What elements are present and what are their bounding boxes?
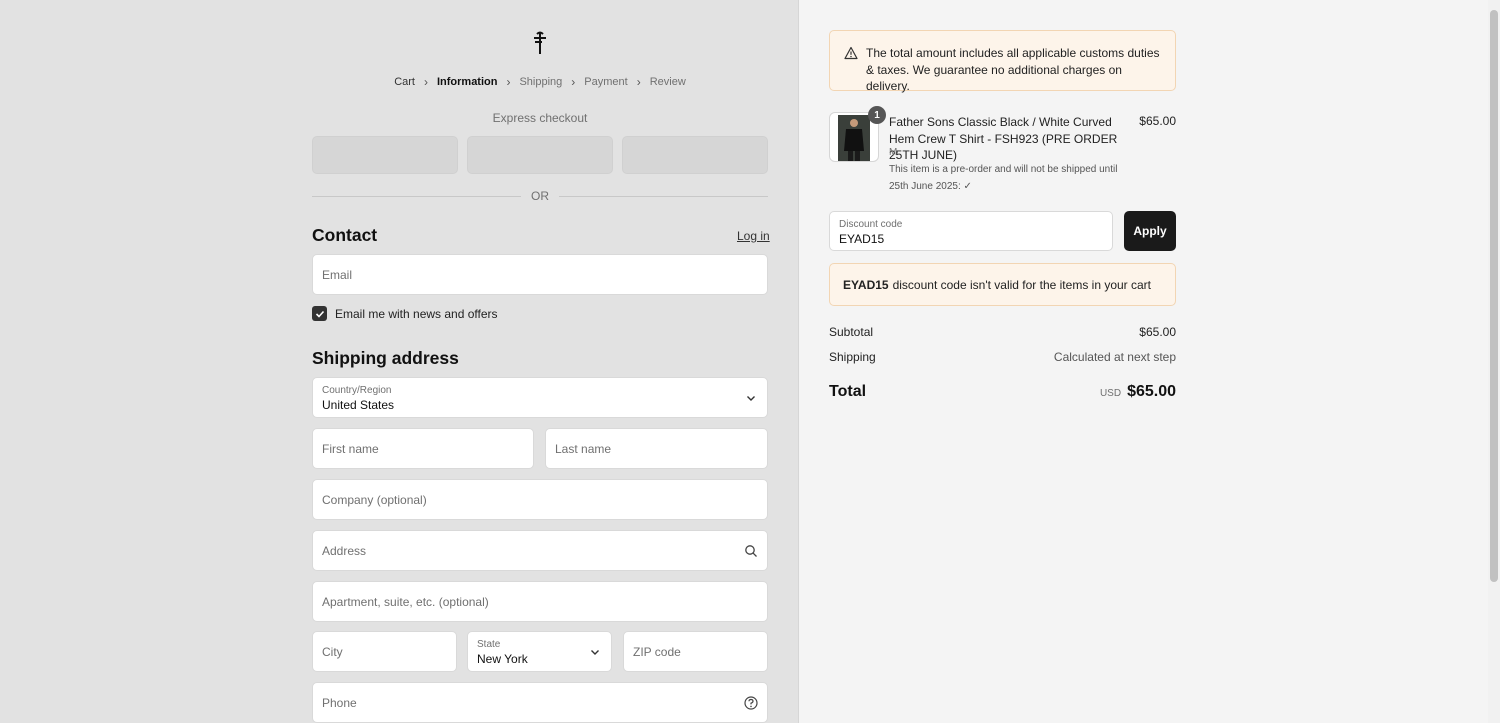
breadcrumb: Cart › Information › Shipping › Payment …	[312, 75, 768, 89]
chevron-down-icon	[591, 649, 599, 655]
divider-line	[312, 195, 521, 197]
product-preorder-note: This item is a pre-order and will not be…	[889, 164, 1118, 192]
state-value: New York	[477, 652, 528, 666]
product-name: Father Sons Classic Black / White Curved…	[889, 115, 1118, 162]
country-select[interactable]: Country/Region United States	[312, 377, 768, 418]
phone-placeholder: Phone	[322, 695, 357, 710]
newsletter-checkbox[interactable]	[312, 306, 327, 321]
discount-code-label: Discount code	[839, 219, 903, 230]
breadcrumb-shipping: Shipping	[519, 76, 563, 88]
chevron-right-icon: ›	[636, 75, 641, 89]
address-field[interactable]: Address	[312, 530, 768, 571]
state-select[interactable]: State New York	[467, 631, 612, 672]
chevron-right-icon: ›	[423, 75, 428, 89]
divider-line	[559, 195, 768, 197]
newsletter-option[interactable]: Email me with news and offers	[312, 306, 498, 321]
express-checkout-title: Express checkout	[492, 111, 588, 125]
warning-icon	[844, 46, 858, 60]
discount-code-field[interactable]: Discount code EYAD15	[829, 211, 1113, 251]
total-amount: $65.00	[1127, 383, 1176, 400]
express-pay-button-1[interactable]	[312, 136, 458, 174]
chevron-right-icon: ›	[506, 75, 511, 89]
apply-discount-button[interactable]: Apply	[1124, 211, 1176, 251]
first-name-field[interactable]: First name	[312, 428, 534, 469]
breadcrumb-payment: Payment	[584, 76, 628, 88]
login-link[interactable]: Log in	[737, 229, 770, 243]
product-variant: M	[889, 147, 898, 158]
subtotal-label: Subtotal	[829, 325, 874, 339]
discount-error-text: discount code isn't valid for the items …	[892, 277, 1152, 292]
help-icon[interactable]	[744, 695, 758, 710]
store-logo[interactable]	[531, 30, 549, 56]
city-placeholder: City	[322, 644, 343, 659]
zip-placeholder: ZIP code	[633, 644, 681, 659]
search-icon	[745, 544, 757, 557]
apartment-placeholder: Apartment, suite, etc. (optional)	[322, 594, 489, 609]
product-image	[838, 115, 870, 161]
line-item: 1 Father Sons Classic Black / White Curv…	[829, 106, 1176, 192]
product-thumbnail: 1	[829, 106, 886, 162]
subtotal-value: $65.00	[1139, 325, 1176, 339]
quantity-badge: 1	[868, 106, 886, 124]
checkout-main-panel: Cart › Information › Shipping › Payment …	[0, 0, 798, 723]
discount-error-code: EYAD15	[843, 277, 889, 292]
express-pay-button-3[interactable]	[622, 136, 768, 174]
total-label: Total	[829, 383, 867, 400]
email-field[interactable]: Email	[312, 254, 768, 295]
express-checkout-buttons	[312, 136, 768, 174]
zip-field[interactable]: ZIP code	[623, 631, 768, 672]
country-label: Country/Region	[322, 385, 392, 396]
last-name-field[interactable]: Last name	[545, 428, 768, 469]
discount-code-value: EYAD15	[839, 232, 885, 246]
total-row: Total USD $65.00	[829, 383, 1176, 401]
product-price: $65.00	[1139, 114, 1176, 128]
email-placeholder: Email	[322, 267, 353, 282]
newsletter-label: Email me with news and offers	[335, 306, 498, 321]
shipping-value: Calculated at next step	[1053, 350, 1176, 364]
first-name-placeholder: First name	[322, 441, 379, 456]
company-placeholder: Company (optional)	[322, 492, 427, 507]
customs-notice-text: The total amount includes all applicable…	[866, 46, 1160, 93]
chevron-right-icon: ›	[571, 75, 576, 89]
or-label: OR	[531, 189, 549, 203]
country-value: United States	[322, 398, 395, 412]
total-value-group: USD $65.00	[1100, 383, 1176, 401]
address-placeholder: Address	[322, 543, 367, 558]
check-icon	[315, 310, 324, 318]
shipping-row: Shipping Calculated at next step	[829, 350, 1176, 364]
shipping-address-heading: Shipping address	[312, 348, 459, 368]
express-pay-button-2[interactable]	[467, 136, 613, 174]
breadcrumb-review: Review	[649, 76, 686, 88]
scrollbar-thumb[interactable]	[1490, 10, 1498, 582]
contact-heading: Contact	[312, 225, 378, 245]
apartment-field[interactable]: Apartment, suite, etc. (optional)	[312, 581, 768, 622]
subtotal-row: Subtotal $65.00	[829, 325, 1176, 339]
page-scrollbar[interactable]	[1488, 0, 1500, 723]
discount-error-message: EYAD15 discount code isn't valid for the…	[829, 263, 1176, 306]
customs-notice: The total amount includes all applicable…	[829, 30, 1176, 93]
breadcrumb-information: Information	[436, 76, 498, 88]
company-field[interactable]: Company (optional)	[312, 479, 768, 520]
or-divider: OR	[312, 189, 768, 203]
total-currency: USD	[1099, 388, 1122, 399]
state-label: State	[477, 639, 501, 650]
chevron-down-icon	[747, 395, 755, 401]
last-name-placeholder: Last name	[555, 441, 612, 456]
shipping-label: Shipping	[829, 350, 876, 364]
city-field[interactable]: City	[312, 631, 457, 672]
breadcrumb-cart[interactable]: Cart	[394, 76, 415, 88]
phone-field[interactable]: Phone	[312, 682, 768, 723]
order-summary-panel: The total amount includes all applicable…	[798, 0, 1488, 723]
